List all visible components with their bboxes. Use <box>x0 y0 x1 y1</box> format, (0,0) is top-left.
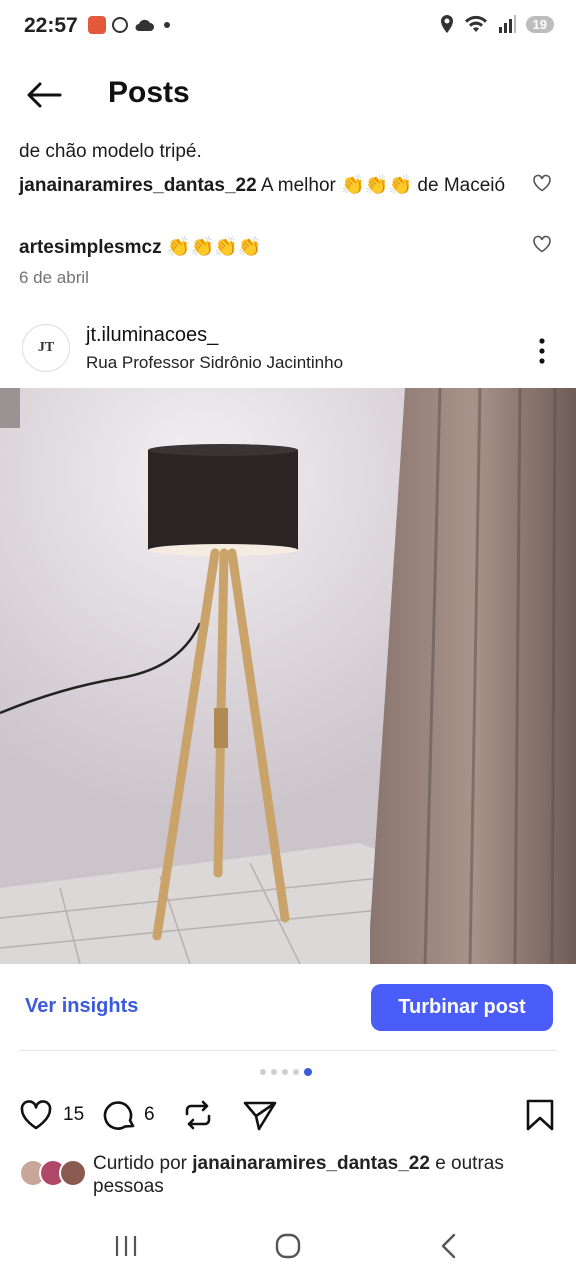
liked-by-avatars[interactable] <box>18 1158 90 1188</box>
carousel-dot-active <box>304 1068 312 1076</box>
post-location[interactable]: Rua Professor Sidrônio Jacintinho <box>86 353 343 373</box>
comment-text-end: de Maceió <box>412 175 506 196</box>
profile-avatar[interactable]: JT <box>22 324 70 372</box>
dot-icon <box>164 22 170 28</box>
wifi-icon <box>464 15 487 33</box>
liked-by-text[interactable]: Curtido por janainaramires_dantas_22 e o… <box>93 1152 563 1198</box>
comment-like-heart-icon[interactable] <box>532 235 552 253</box>
likes-count: 15 <box>63 1104 85 1125</box>
status-bar: 22:57 19 <box>0 0 576 56</box>
comment-username[interactable]: janainaramires_dantas_22 <box>19 175 257 196</box>
home-icon[interactable] <box>274 1232 302 1260</box>
divider <box>19 1050 557 1051</box>
back-arrow-icon[interactable] <box>24 80 64 110</box>
signal-icon <box>498 15 516 33</box>
boost-post-button[interactable]: Turbinar post <box>371 984 553 1031</box>
comment-text: A melhor <box>256 175 342 196</box>
notification-icons <box>88 16 170 34</box>
post-date: 6 de abril <box>19 268 89 287</box>
view-insights-link[interactable]: Ver insights <box>25 995 138 1018</box>
carousel-dot <box>271 1069 277 1075</box>
carousel-dot <box>260 1069 266 1075</box>
comment-item: artesimplesmcz 👏👏👏👏 <box>19 234 519 262</box>
share-send-icon[interactable] <box>242 1097 278 1133</box>
liked-by-prefix: Curtido por <box>93 1153 193 1174</box>
recent-apps-icon[interactable] <box>113 1234 139 1258</box>
carousel-indicator <box>260 1068 312 1076</box>
comment-item: janainaramires_dantas_22 A melhor 👏👏👏 de… <box>19 172 519 200</box>
status-time: 22:57 <box>24 14 78 37</box>
post-username[interactable]: jt.iluminacoes_ <box>86 324 218 347</box>
comment-bubble-icon[interactable] <box>102 1097 138 1133</box>
comments-count: 6 <box>144 1104 155 1125</box>
carousel-dot <box>282 1069 288 1075</box>
save-bookmark-icon[interactable] <box>522 1097 558 1133</box>
app-notification-icon <box>88 16 106 34</box>
page-title: Posts <box>108 76 190 109</box>
whatsapp-icon <box>112 17 128 33</box>
clap-emojis: 👏👏👏👏 <box>166 237 262 258</box>
battery-indicator: 19 <box>525 15 554 33</box>
comment-like-heart-icon[interactable] <box>532 174 552 192</box>
system-navigation-bar <box>0 1220 576 1280</box>
carousel-dot <box>293 1069 299 1075</box>
back-nav-icon[interactable] <box>438 1232 460 1260</box>
avatar-logo-text: JT <box>37 340 55 355</box>
like-heart-icon[interactable] <box>18 1097 54 1133</box>
cloud-icon <box>135 19 154 31</box>
comment-username[interactable]: artesimplesmcz <box>19 237 162 258</box>
location-icon <box>440 15 453 33</box>
caption-tail: de chão modelo tripé. <box>19 141 202 162</box>
system-icons: 19 <box>440 15 554 33</box>
more-options-icon[interactable] <box>535 337 549 365</box>
post-photo[interactable] <box>0 388 576 964</box>
liked-by-user[interactable]: janainaramires_dantas_22 <box>192 1153 430 1174</box>
clap-emojis: 👏👏👏 <box>341 175 413 196</box>
repost-icon[interactable] <box>180 1097 216 1133</box>
